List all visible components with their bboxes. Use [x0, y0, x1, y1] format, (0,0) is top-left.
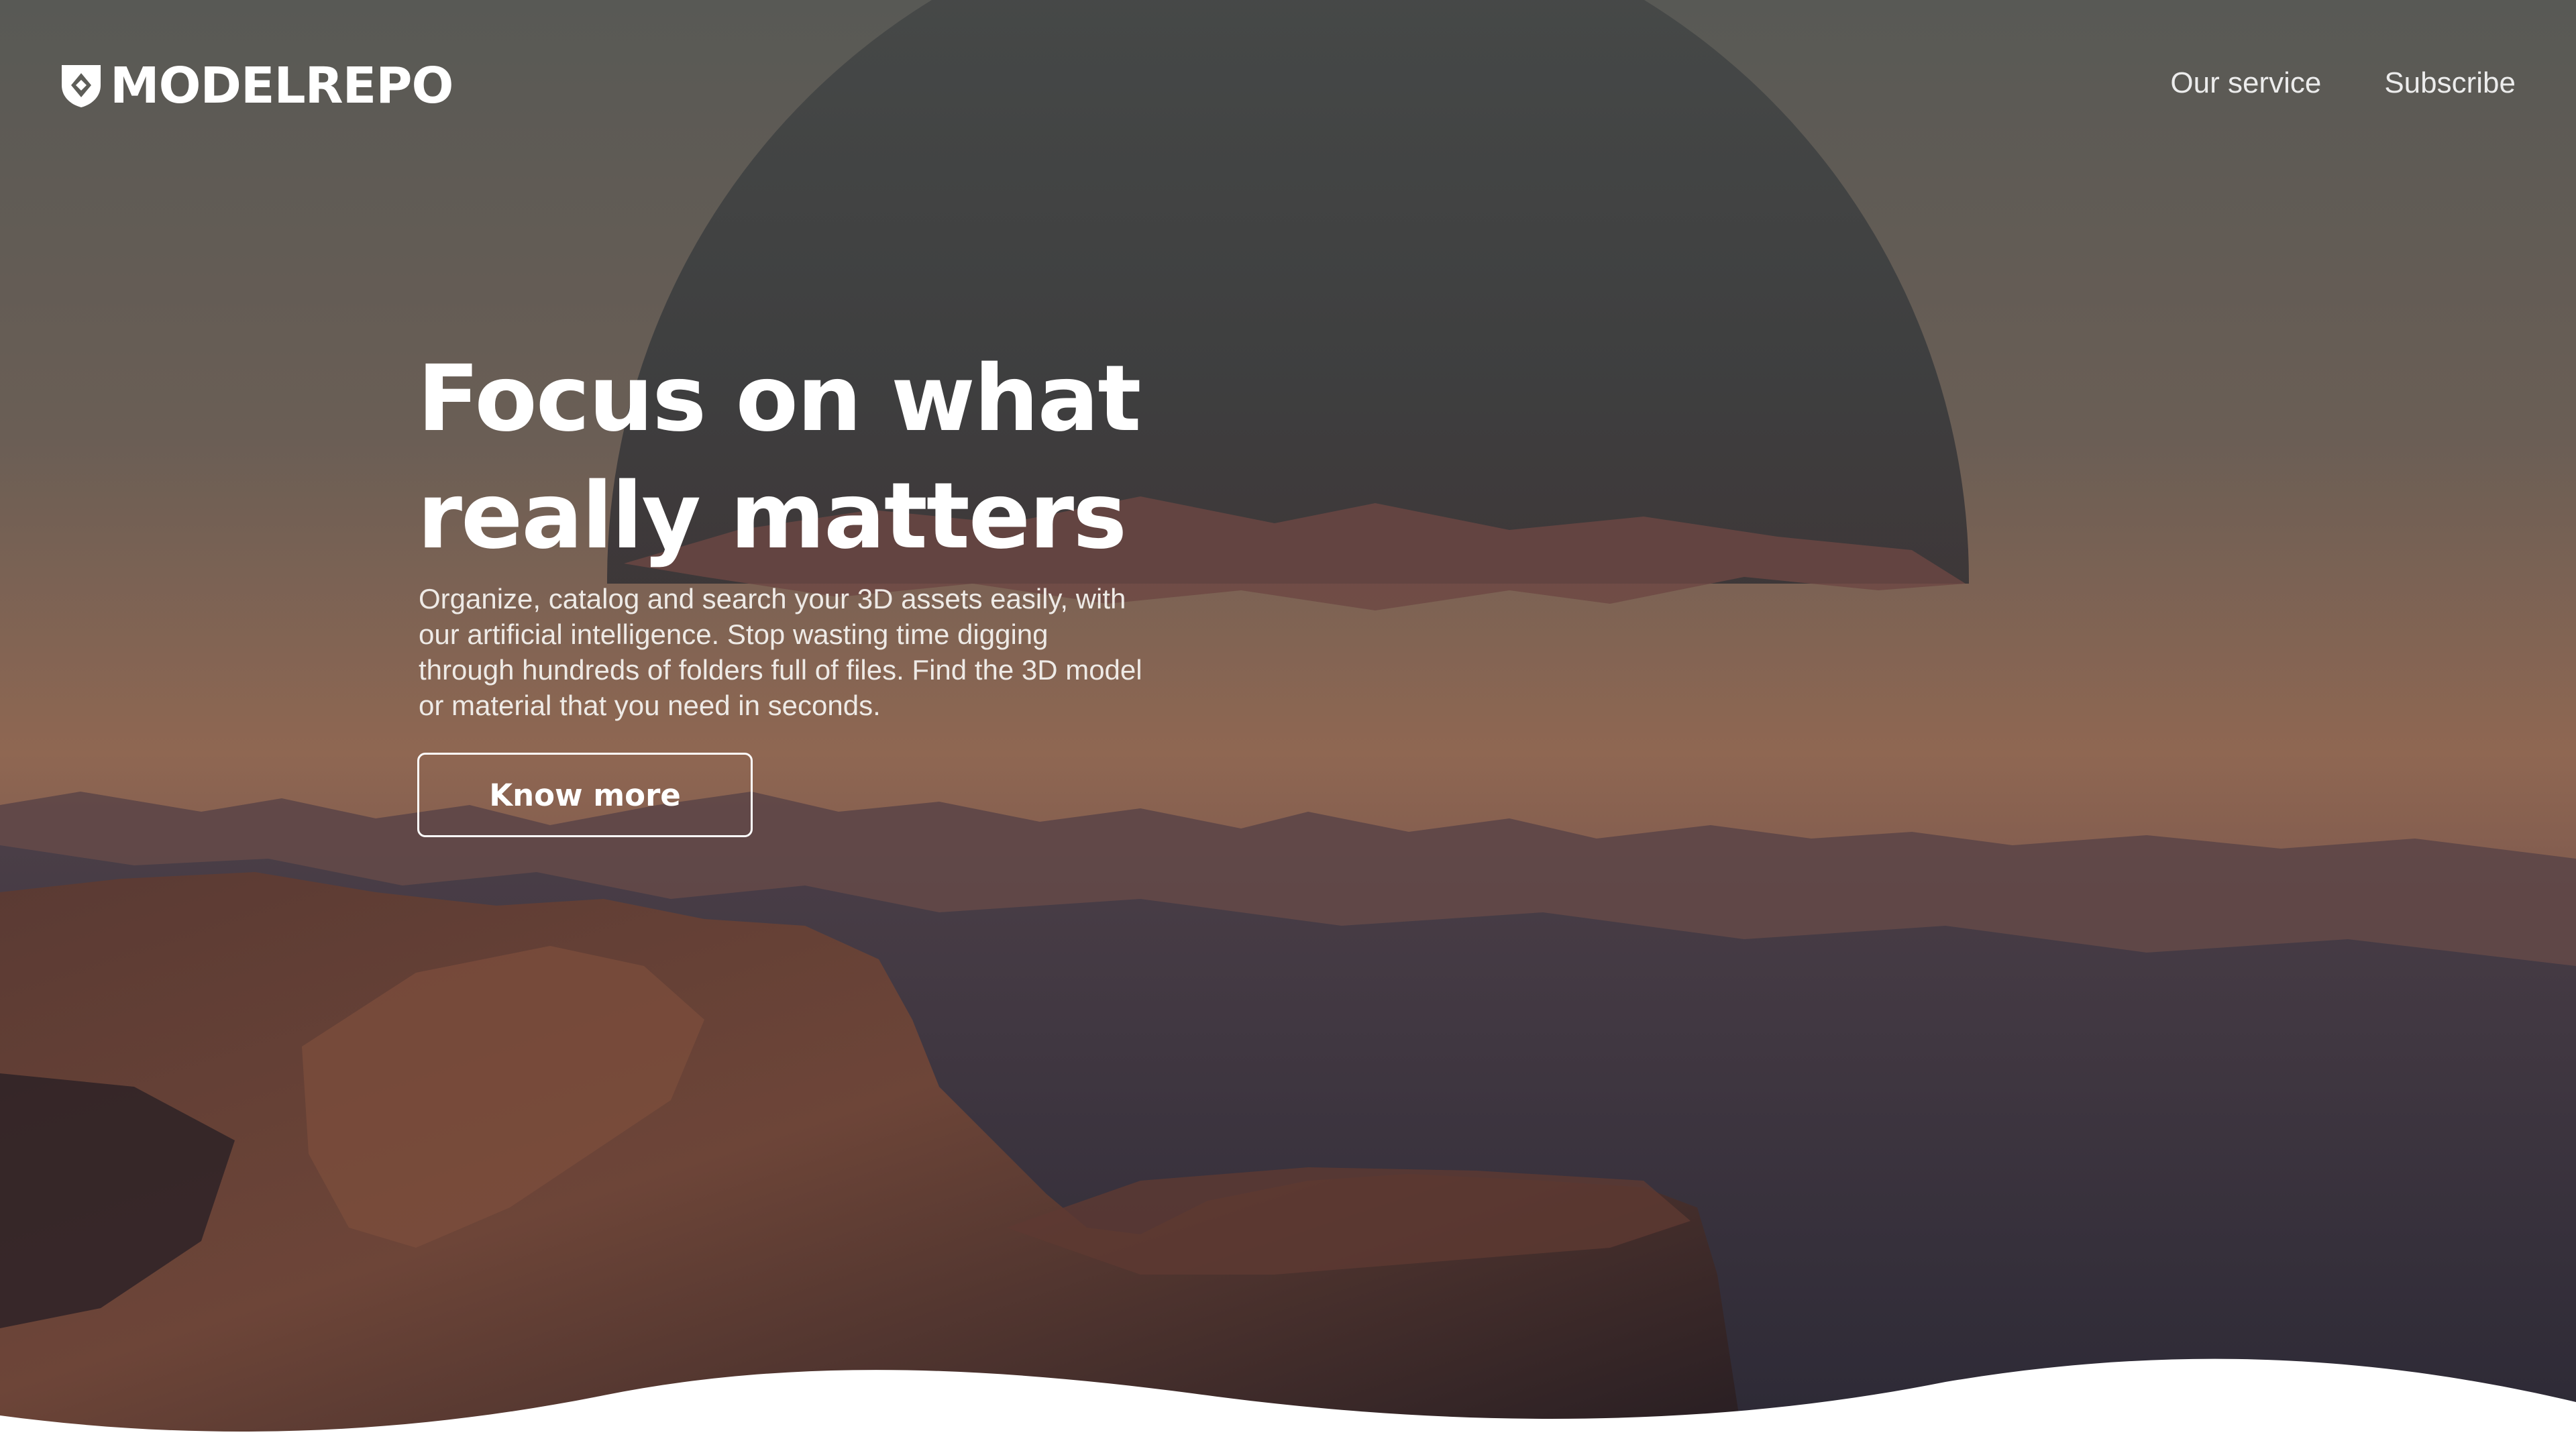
- nav-link-our-service[interactable]: Our service: [2170, 66, 2321, 101]
- hero-background-landscape: [0, 0, 2576, 1449]
- brand-name: MODELREPO: [110, 57, 453, 115]
- hero-heading-line-2: really matters: [417, 464, 1127, 570]
- know-more-button[interactable]: Know more: [417, 753, 753, 837]
- hero-heading: Focus on what really matters: [417, 341, 1289, 576]
- brand-logo[interactable]: MODELREPO: [58, 59, 453, 113]
- shield-diamond-icon: [62, 65, 101, 107]
- top-navigation: Our service Subscribe: [2170, 66, 2516, 101]
- landing-page: MODELREPO Our service Subscribe Focus on…: [0, 0, 2576, 1449]
- hero-description: Organize, catalog and search your 3D ass…: [419, 583, 1142, 721]
- nav-link-subscribe[interactable]: Subscribe: [2384, 66, 2516, 101]
- hero-heading-line-1: Focus on what: [417, 346, 1141, 452]
